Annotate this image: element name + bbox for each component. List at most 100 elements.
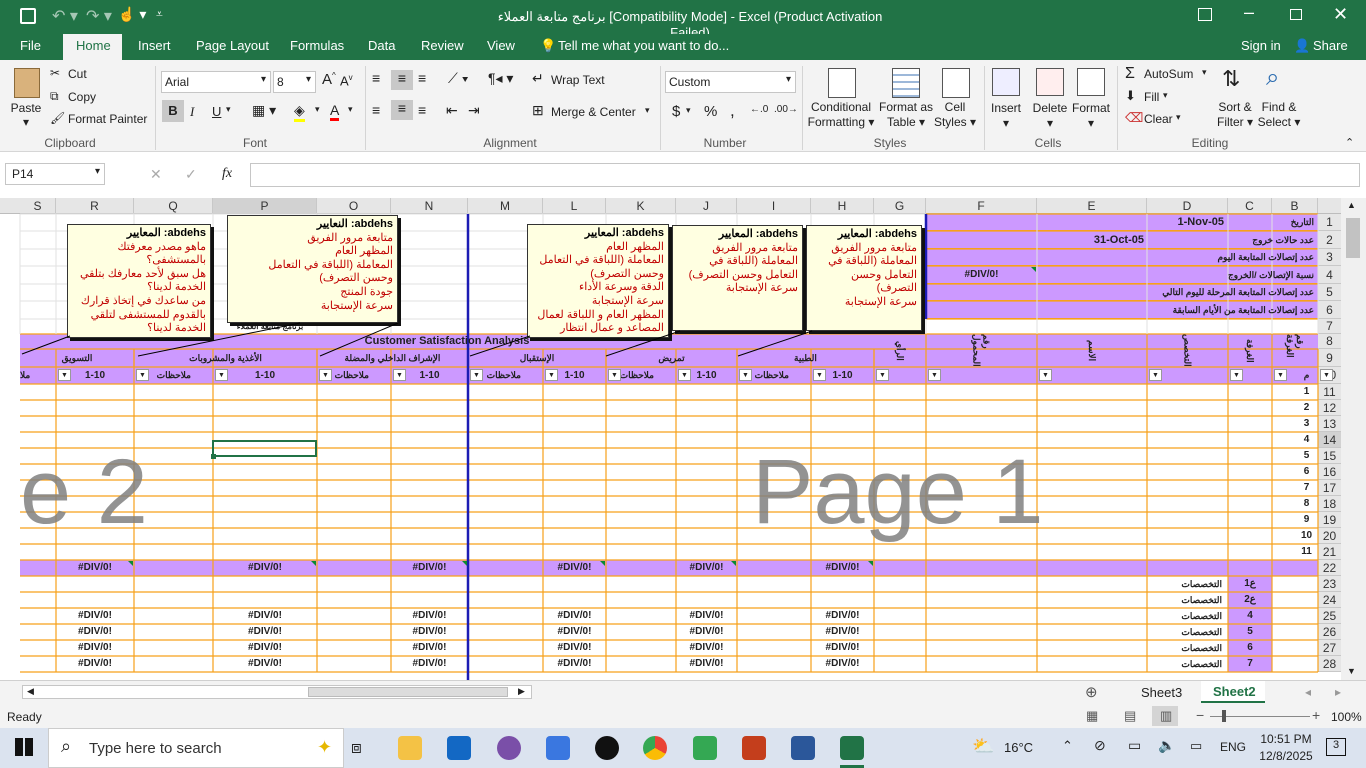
new-sheet-icon[interactable]: ⊕ bbox=[1085, 683, 1098, 701]
cancel-entry-icon[interactable]: ✕ bbox=[150, 166, 162, 183]
tab-insert[interactable]: Insert bbox=[138, 38, 171, 53]
page-layout-view-icon[interactable]: ▤ bbox=[1124, 708, 1136, 724]
decrease-font-icon[interactable]: Av bbox=[340, 73, 353, 88]
align-top-icon[interactable]: ≡ bbox=[372, 70, 380, 86]
tiktok-icon[interactable] bbox=[595, 736, 619, 760]
file-explorer-icon[interactable] bbox=[398, 736, 422, 760]
merge-center-button[interactable]: Merge & Center bbox=[551, 105, 636, 119]
align-center-icon[interactable]: ≡ bbox=[391, 100, 413, 120]
format-painter-button[interactable]: Format Painter bbox=[68, 112, 147, 126]
number-format-select[interactable]: Custom ▾ bbox=[665, 71, 796, 93]
font-color-dropdown-icon[interactable]: ▾ bbox=[348, 104, 353, 115]
align-left-icon[interactable]: ≡ bbox=[372, 102, 380, 118]
volume-icon[interactable]: 🔈 bbox=[1158, 737, 1175, 754]
currency-button[interactable]: $ bbox=[672, 103, 680, 120]
decrease-decimal-icon[interactable]: .00→ bbox=[774, 104, 798, 115]
calendar-app-icon[interactable] bbox=[546, 736, 570, 760]
zoom-level[interactable]: 100% bbox=[1331, 710, 1362, 724]
vertical-scrollbar[interactable]: ▲ ▼ bbox=[1341, 198, 1366, 680]
touch-mode-icon[interactable]: ☝ ▾ bbox=[118, 6, 146, 23]
clock-time[interactable]: 10:51 PM bbox=[1258, 732, 1314, 746]
paste-dropdown-icon[interactable]: ▾ bbox=[8, 115, 44, 130]
insert-function-button[interactable]: fx bbox=[222, 166, 232, 182]
redo-icon[interactable]: ↷ ▾ bbox=[86, 6, 112, 26]
fill-dropdown-icon[interactable]: ▾ bbox=[1163, 90, 1168, 101]
scroll-right-icon[interactable]: ▶ bbox=[518, 686, 525, 697]
comma-button[interactable]: , bbox=[730, 101, 735, 121]
powerpoint-icon[interactable] bbox=[742, 736, 766, 760]
wrap-text-button[interactable]: Wrap Text bbox=[551, 73, 605, 87]
underline-button[interactable]: U bbox=[212, 104, 221, 119]
display-icon[interactable]: ▭ bbox=[1190, 738, 1202, 754]
scroll-thumb[interactable] bbox=[1346, 218, 1360, 258]
paste-button[interactable]: Paste bbox=[8, 101, 44, 116]
weather-icon[interactable]: ⛅ bbox=[972, 736, 994, 757]
tab-review[interactable]: Review bbox=[421, 38, 464, 53]
sort-filter-button[interactable]: Sort & Filter ▾ bbox=[1210, 100, 1260, 130]
tab-home[interactable]: Home bbox=[76, 38, 111, 53]
collapse-ribbon-icon[interactable]: ⌃ bbox=[1345, 136, 1354, 149]
chrome-icon[interactable] bbox=[643, 736, 667, 760]
taskbar-search[interactable]: ⌕ Type here to search ✦ bbox=[48, 728, 344, 768]
zoom-in-icon[interactable]: + bbox=[1312, 707, 1320, 723]
delete-cells-button[interactable]: Delete ▾ bbox=[1030, 101, 1070, 131]
customize-qat-icon[interactable]: ⩡ bbox=[156, 7, 163, 22]
tab-scroll-left-icon[interactable]: ◂ bbox=[1305, 685, 1311, 699]
page-break-view-icon[interactable]: ▥ bbox=[1160, 708, 1172, 724]
format-cells-button[interactable]: Format ▾ bbox=[1070, 101, 1112, 131]
horizontal-scrollbar[interactable]: ◀ ▶ bbox=[22, 685, 532, 699]
close-icon[interactable]: ✕ bbox=[1333, 4, 1348, 25]
cell-styles-button[interactable]: Cell Styles ▾ bbox=[932, 100, 978, 130]
excel-icon[interactable] bbox=[840, 736, 864, 760]
tab-file[interactable]: File bbox=[20, 38, 41, 53]
decrease-indent-icon[interactable]: ⇤ bbox=[446, 102, 458, 119]
tab-formulas[interactable]: Formulas bbox=[290, 38, 344, 53]
zoom-slider-thumb[interactable] bbox=[1222, 710, 1226, 722]
percent-button[interactable]: % bbox=[704, 103, 717, 120]
name-box[interactable]: P14 ▾ bbox=[5, 163, 105, 185]
rtl-icon[interactable]: ¶◂ ▾ bbox=[488, 70, 513, 87]
cut-button[interactable]: Cut bbox=[68, 67, 87, 81]
align-bottom-icon[interactable]: ≡ bbox=[418, 70, 426, 86]
scroll-left-icon[interactable]: ◀ bbox=[27, 686, 34, 697]
align-right-icon[interactable]: ≡ bbox=[418, 102, 426, 118]
find-select-button[interactable]: Find & Select ▾ bbox=[1254, 100, 1304, 130]
tab-page-layout[interactable]: Page Layout bbox=[196, 38, 269, 53]
merge-dropdown-icon[interactable]: ▾ bbox=[645, 105, 650, 116]
worksheet-grid[interactable]: SRQPONMLKJIHGFEDCBA 12345678910111213141… bbox=[0, 198, 1341, 680]
weather-temp[interactable]: 16°C bbox=[1004, 740, 1033, 755]
clock-date[interactable]: 12/8/2025 bbox=[1254, 749, 1318, 763]
save-icon[interactable] bbox=[20, 8, 36, 24]
formula-input[interactable] bbox=[250, 163, 1360, 187]
selected-cell[interactable] bbox=[212, 440, 317, 457]
windows-start-icon[interactable] bbox=[15, 738, 33, 756]
tab-view[interactable]: View bbox=[487, 38, 515, 53]
share-button[interactable]: Share bbox=[1313, 38, 1348, 53]
outlook-icon[interactable] bbox=[447, 736, 471, 760]
minimize-icon[interactable]: – bbox=[1244, 2, 1254, 23]
sheet-tab-sheet3[interactable]: Sheet3 bbox=[1141, 685, 1182, 700]
bold-button[interactable]: B bbox=[162, 100, 184, 122]
tab-scroll-right-icon[interactable]: ▸ bbox=[1335, 685, 1341, 699]
fill-color-dropdown-icon[interactable]: ▾ bbox=[315, 104, 320, 115]
font-color-icon[interactable]: A bbox=[330, 102, 340, 121]
undo-icon[interactable]: ↶ ▾ bbox=[52, 6, 78, 26]
scroll-up-icon[interactable]: ▲ bbox=[1347, 200, 1356, 210]
copy-button[interactable]: Copy bbox=[68, 90, 96, 104]
h-scroll-thumb[interactable] bbox=[308, 687, 508, 697]
fill-color-icon[interactable]: ◈ bbox=[294, 102, 305, 122]
increase-font-icon[interactable]: A^ bbox=[322, 71, 336, 88]
align-middle-icon[interactable]: ≡ bbox=[391, 70, 413, 90]
language-indicator[interactable]: ENG bbox=[1220, 740, 1246, 754]
conditional-formatting-button[interactable]: Conditional Formatting ▾ bbox=[806, 100, 876, 130]
task-view-icon[interactable]: ⧈ bbox=[351, 738, 362, 758]
scroll-down-icon[interactable]: ▼ bbox=[1347, 666, 1356, 676]
italic-button[interactable]: I bbox=[190, 104, 194, 120]
clear-dropdown-icon[interactable]: ▾ bbox=[1176, 112, 1181, 123]
restore-icon[interactable] bbox=[1290, 9, 1302, 20]
format-as-table-button[interactable]: Format as Table ▾ bbox=[876, 100, 936, 130]
autosum-button[interactable]: AutoSum bbox=[1144, 67, 1193, 81]
tab-data[interactable]: Data bbox=[368, 38, 395, 53]
underline-dropdown-icon[interactable]: ▾ bbox=[226, 104, 231, 115]
fill-button[interactable]: Fill bbox=[1144, 90, 1159, 104]
